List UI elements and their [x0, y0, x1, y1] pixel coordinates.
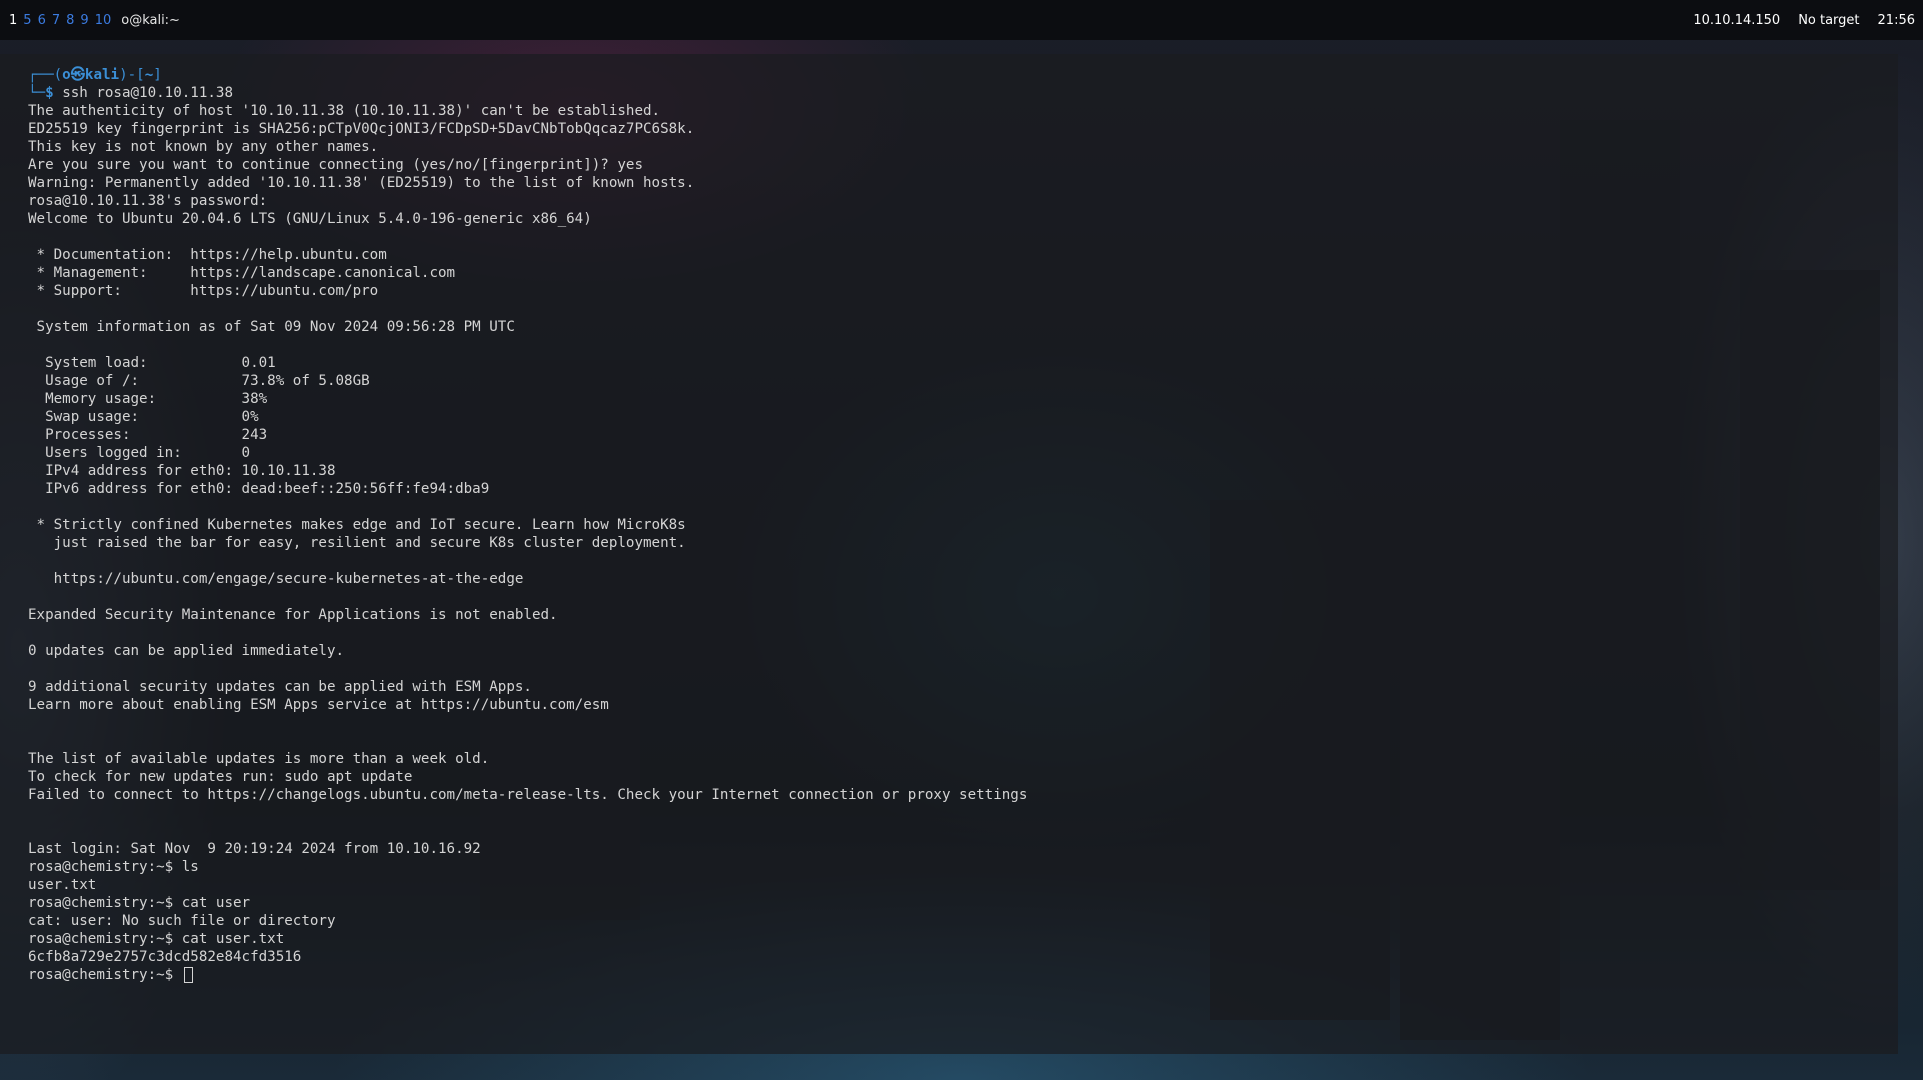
terminal-line: Are you sure you want to continue connec… — [28, 157, 643, 173]
terminal-line: cat: user: No such file or directory — [28, 913, 336, 929]
terminal-line: rosa@chemistry:~$ cat user.txt — [28, 931, 285, 947]
terminal-line: Users logged in: 0 — [28, 445, 251, 461]
terminal-line: The list of available updates is more th… — [28, 751, 490, 767]
target-indicator: No target — [1798, 12, 1860, 28]
prompt-header-line: ┌──(o㉿kali)-[~] — [28, 66, 1878, 84]
clock: 21:56 — [1877, 12, 1915, 28]
terminal-output: ┌──(o㉿kali)-[~] └─$ ssh rosa@10.10.11.38… — [28, 66, 1878, 984]
prompt-box-top: ┌──( — [28, 67, 63, 83]
workspace-8[interactable]: 8 — [66, 13, 74, 28]
final-prompt-line[interactable]: rosa@chemistry:~$ — [28, 966, 1878, 984]
command-text: ssh rosa@10.10.11.38 — [62, 85, 234, 101]
active-window-title: o@kali:~ — [121, 12, 180, 28]
terminal-line: Swap usage: 0% — [28, 409, 259, 425]
terminal-line: The authenticity of host '10.10.11.38 (1… — [28, 103, 661, 119]
prompt-box-bottom: └─ — [28, 85, 46, 101]
terminal-line: IPv4 address for eth0: 10.10.11.38 — [28, 463, 336, 479]
terminal-line: Memory usage: 38% — [28, 391, 268, 407]
terminal-line: rosa@chemistry:~$ cat user — [28, 895, 251, 911]
workspace-6[interactable]: 6 — [38, 13, 46, 28]
workspace-10[interactable]: 10 — [95, 13, 112, 28]
terminal-line: https://ubuntu.com/engage/secure-kuberne… — [28, 571, 524, 587]
prompt-command-line: └─$ ssh rosa@10.10.11.38 — [28, 84, 1878, 102]
terminal-window[interactable]: ┌──(o㉿kali)-[~] └─$ ssh rosa@10.10.11.38… — [0, 54, 1898, 1054]
workspace-7[interactable]: 7 — [52, 13, 60, 28]
prompt-cwd: ~ — [144, 67, 154, 83]
workspace-list: 1 5 6 7 8 9 10 o@kali:~ — [9, 0, 180, 40]
terminal-line: user.txt — [28, 877, 97, 893]
terminal-line: Usage of /: 73.8% of 5.08GB — [28, 373, 370, 389]
terminal-line: rosa@10.10.11.38's password: — [28, 193, 268, 209]
terminal-line: Failed to connect to https://changelogs.… — [28, 787, 1028, 803]
terminal-line: rosa@chemistry:~$ ls — [28, 859, 199, 875]
workspace-1[interactable]: 1 — [9, 13, 17, 28]
terminal-line: * Strictly confined Kubernetes makes edg… — [28, 517, 686, 533]
terminal-line: To check for new updates run: sudo apt u… — [28, 769, 413, 785]
top-status-bar: 1 5 6 7 8 9 10 o@kali:~ 10.10.14.150 No … — [0, 0, 1923, 40]
terminal-cursor — [183, 967, 193, 983]
terminal-line: Last login: Sat Nov 9 20:19:24 2024 from… — [28, 841, 481, 857]
terminal-line: Expanded Security Maintenance for Applic… — [28, 607, 558, 623]
terminal-line: Processes: 243 — [28, 427, 268, 443]
prompt-box-mid: )-[ — [119, 67, 145, 83]
terminal-line: * Support: https://ubuntu.com/pro — [28, 283, 379, 299]
terminal-line: This key is not known by any other names… — [28, 139, 379, 155]
workspace-9[interactable]: 9 — [80, 13, 88, 28]
status-area: 10.10.14.150 No target 21:56 — [1693, 0, 1915, 40]
workspace-5[interactable]: 5 — [23, 13, 31, 28]
vpn-ip-address: 10.10.14.150 — [1693, 12, 1781, 28]
prompt-user-host: o㉿kali — [62, 67, 120, 83]
final-prompt: rosa@chemistry:~$ — [28, 967, 182, 983]
terminal-line: IPv6 address for eth0: dead:beef::250:56… — [28, 481, 490, 497]
terminal-line: ED25519 key fingerprint is SHA256:pCTpV0… — [28, 121, 695, 137]
terminal-line: 0 updates can be applied immediately. — [28, 643, 345, 659]
terminal-line: System information as of Sat 09 Nov 2024… — [28, 319, 515, 335]
output-lines: The authenticity of host '10.10.11.38 (1… — [28, 102, 1878, 966]
terminal-line: * Documentation: https://help.ubuntu.com — [28, 247, 387, 263]
terminal-line: just raised the bar for easy, resilient … — [28, 535, 686, 551]
prompt-box-end: ] — [153, 67, 162, 83]
terminal-line: Learn more about enabling ESM Apps servi… — [28, 697, 609, 713]
terminal-line: Warning: Permanently added '10.10.11.38'… — [28, 175, 695, 191]
terminal-line: 9 additional security updates can be app… — [28, 679, 532, 695]
prompt-symbol: $ — [45, 85, 63, 101]
terminal-line: 6cfb8a729e2757c3dcd582e84cfd3516 — [28, 949, 302, 965]
terminal-line: Welcome to Ubuntu 20.04.6 LTS (GNU/Linux… — [28, 211, 592, 227]
terminal-line: System load: 0.01 — [28, 355, 276, 371]
terminal-line: * Management: https://landscape.canonica… — [28, 265, 456, 281]
